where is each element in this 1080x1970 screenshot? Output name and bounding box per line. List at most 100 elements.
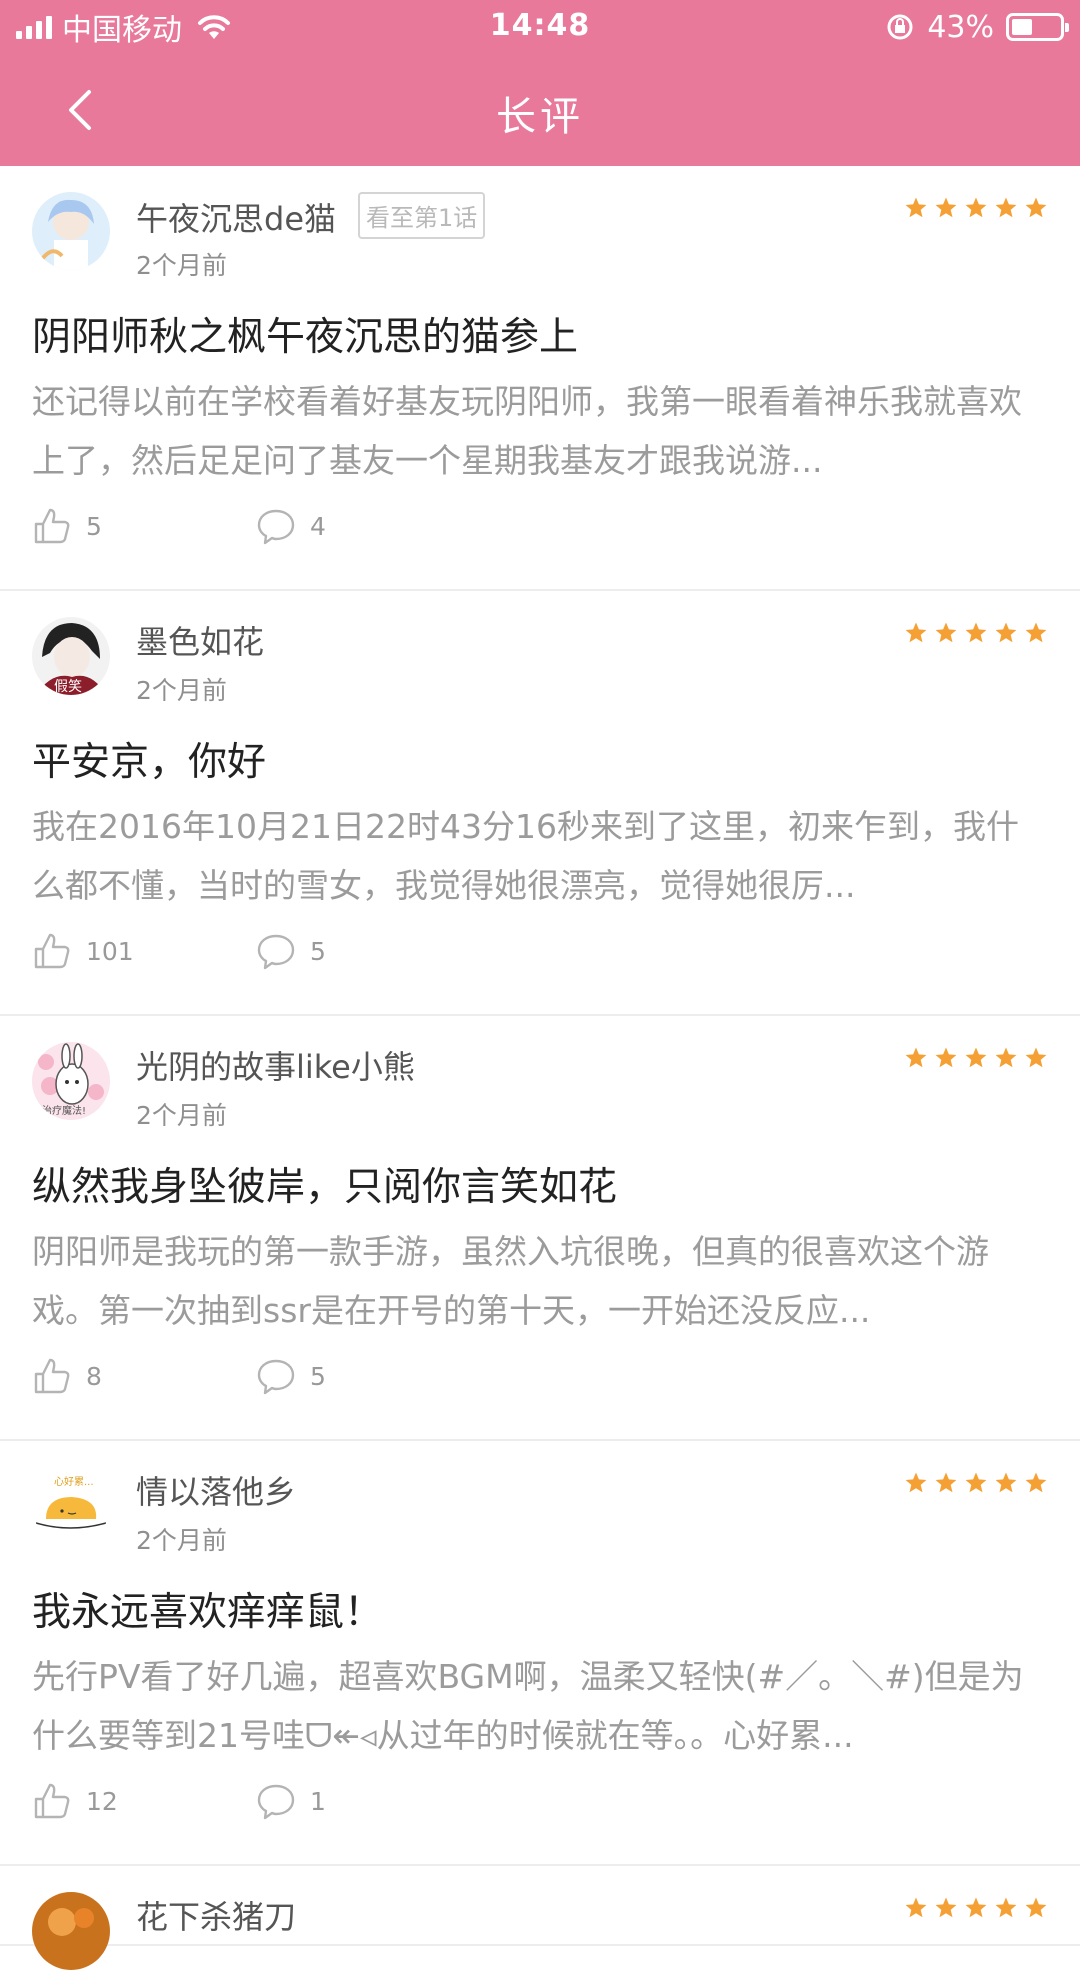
comment-icon bbox=[257, 509, 295, 545]
review-actions: 101 5 bbox=[32, 929, 326, 973]
review-title[interactable]: 阴阳师秋之枫午夜沉思的猫参上 bbox=[32, 306, 578, 362]
post-time: 2个月前 bbox=[136, 251, 227, 280]
star-rating bbox=[904, 1471, 1048, 1495]
avatar-text: 治疗魔法! bbox=[42, 1104, 86, 1117]
review-excerpt[interactable]: 阴阳师是我玩的第一款手游，虽然入坑很晚，但真的很喜欢这个游戏。第一次抽到ssr是… bbox=[32, 1222, 1048, 1340]
review-card[interactable]: 心好累... 情以落他乡 2个月前 我永远喜欢痒痒鼠！ 先行PV看了好几遍，超喜… bbox=[0, 1441, 1080, 1866]
username-text: 墨色如花 bbox=[136, 623, 265, 661]
avatar-text: 心好累... bbox=[54, 1476, 94, 1488]
review-title[interactable]: 纵然我身坠彼岸，只阅你言笑如花 bbox=[32, 1156, 617, 1212]
review-card[interactable]: 治疗魔法! 光阴的故事like小熊 2个月前 纵然我身坠彼岸，只阅你言笑如花 阴… bbox=[0, 1016, 1080, 1441]
comment-button[interactable]: 5 bbox=[256, 1354, 326, 1398]
comment-icon bbox=[257, 1359, 295, 1395]
like-button[interactable]: 5 bbox=[32, 506, 102, 546]
comment-count: 5 bbox=[310, 1361, 326, 1391]
thumbs-up-icon bbox=[34, 1358, 70, 1394]
star-icon bbox=[905, 622, 927, 643]
page-title: 长评 bbox=[496, 94, 584, 140]
star-rating bbox=[904, 621, 1048, 645]
thumbs-up-icon bbox=[34, 1783, 70, 1819]
star-rating bbox=[904, 1046, 1048, 1070]
thumbs-up-icon bbox=[34, 933, 70, 969]
review-excerpt[interactable]: 还记得以前在学校看着好基友玩阴阳师，我第一眼看着神乐我就喜欢上了，然后足足问了基… bbox=[32, 372, 1048, 490]
comment-button[interactable]: 5 bbox=[256, 929, 326, 973]
star-icon bbox=[995, 1897, 1017, 1918]
star-rating bbox=[904, 1896, 1048, 1920]
post-time: 2个月前 bbox=[136, 1101, 227, 1130]
avatar[interactable]: 心好累... bbox=[32, 1467, 110, 1545]
comment-count: 4 bbox=[310, 511, 326, 541]
review-card[interactable]: 午夜沉思de猫 看至第1话 2个月前 阴阳师秋之枫午夜沉思的猫参上 还记得以前在学… bbox=[0, 166, 1080, 591]
review-excerpt[interactable]: 我在2016年10月21日22时43分16秒来到了这里，初来乍到，我什么都不懂，… bbox=[32, 797, 1048, 915]
review-actions: 12 1 bbox=[32, 1779, 326, 1823]
review-actions: 5 4 bbox=[32, 504, 326, 548]
thumbs-up-icon bbox=[34, 508, 70, 544]
like-count: 101 bbox=[86, 936, 134, 966]
star-icon bbox=[905, 1047, 927, 1068]
star-icon bbox=[1025, 1472, 1047, 1493]
comment-button[interactable]: 1 bbox=[256, 1779, 326, 1823]
comment-count: 5 bbox=[310, 936, 326, 966]
comment-count: 1 bbox=[310, 1786, 326, 1816]
star-icon bbox=[905, 1472, 927, 1493]
rotation-lock-icon bbox=[887, 14, 913, 40]
comment-icon bbox=[257, 1784, 295, 1820]
username-text: 情以落他乡 bbox=[136, 1473, 297, 1511]
avatar[interactable]: 治疗魔法! bbox=[32, 1042, 110, 1120]
username[interactable]: 墨色如花 bbox=[136, 617, 264, 663]
username[interactable]: 情以落他乡 bbox=[136, 1467, 296, 1513]
comment-button[interactable]: 4 bbox=[256, 504, 326, 548]
review-title[interactable]: 平安京，你好 bbox=[32, 731, 266, 787]
like-count: 8 bbox=[86, 1361, 102, 1391]
username[interactable]: 光阴的故事like小熊 bbox=[136, 1042, 415, 1088]
like-count: 5 bbox=[86, 511, 102, 541]
star-icon bbox=[995, 197, 1017, 218]
username[interactable]: 花下杀猪刀 bbox=[136, 1892, 296, 1938]
username-text: 光阴的故事like小熊 bbox=[136, 1048, 415, 1086]
star-icon bbox=[965, 622, 987, 643]
progress-tag: 看至第1话 bbox=[358, 192, 486, 239]
like-button[interactable]: 8 bbox=[32, 1356, 102, 1396]
status-right: 43% bbox=[885, 8, 1069, 46]
app-header: 中国移动 14:48 43% 长评 bbox=[0, 0, 1080, 166]
star-icon bbox=[905, 1897, 927, 1918]
like-button[interactable]: 101 bbox=[32, 931, 134, 971]
star-icon bbox=[1025, 1047, 1047, 1068]
nav-bar: 长评 bbox=[0, 54, 1080, 166]
battery-level bbox=[1012, 19, 1032, 35]
star-rating bbox=[904, 196, 1048, 220]
like-button[interactable]: 12 bbox=[32, 1781, 118, 1821]
username[interactable]: 午夜沉思de猫 看至第1话 bbox=[136, 192, 486, 240]
star-icon bbox=[935, 1472, 957, 1493]
star-icon bbox=[1025, 1897, 1047, 1918]
comment-icon bbox=[257, 934, 295, 970]
battery-icon bbox=[1006, 13, 1069, 41]
post-time: 2个月前 bbox=[136, 676, 227, 705]
star-icon bbox=[965, 1472, 987, 1493]
battery-percent: 43% bbox=[927, 9, 994, 45]
post-time: 2个月前 bbox=[136, 1526, 227, 1555]
review-card[interactable]: 花下杀猪刀 bbox=[0, 1866, 1080, 1970]
review-card[interactable]: 假笑 墨色如花 2个月前 平安京，你好 我在2016年10月21日22时43分1… bbox=[0, 591, 1080, 1016]
review-excerpt[interactable]: 先行PV看了好几遍，超喜欢BGM啊，温柔又轻快(#／。＼#)但是为什么要等到21… bbox=[32, 1647, 1048, 1765]
status-bar: 中国移动 14:48 43% bbox=[0, 0, 1080, 54]
star-icon bbox=[935, 622, 957, 643]
star-icon bbox=[935, 1897, 957, 1918]
review-title[interactable]: 我永远喜欢痒痒鼠！ bbox=[32, 1581, 383, 1637]
star-icon bbox=[1025, 197, 1047, 218]
star-icon bbox=[965, 1047, 987, 1068]
star-icon bbox=[995, 1472, 1017, 1493]
avatar-text: 假笑 bbox=[54, 679, 82, 695]
review-actions: 8 5 bbox=[32, 1354, 326, 1398]
star-icon bbox=[905, 197, 927, 218]
username-text: 午夜沉思de猫 bbox=[136, 200, 337, 238]
review-list: 午夜沉思de猫 看至第1话 2个月前 阴阳师秋之枫午夜沉思的猫参上 还记得以前在学… bbox=[0, 166, 1080, 1970]
star-icon bbox=[995, 1047, 1017, 1068]
star-icon bbox=[935, 197, 957, 218]
avatar[interactable] bbox=[32, 192, 110, 270]
star-icon bbox=[965, 1897, 987, 1918]
star-icon bbox=[935, 1047, 957, 1068]
star-icon bbox=[995, 622, 1017, 643]
avatar[interactable] bbox=[32, 1892, 110, 1970]
avatar[interactable]: 假笑 bbox=[32, 617, 110, 695]
